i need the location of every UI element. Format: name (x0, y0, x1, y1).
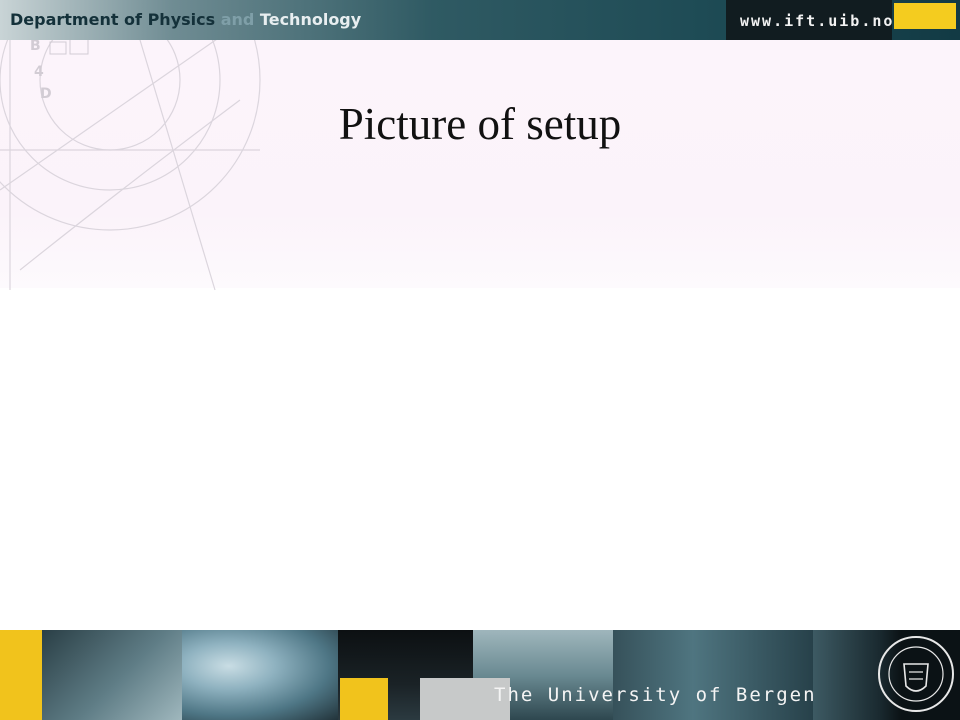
university-name: The University of Bergen (494, 684, 817, 706)
slide-title: Picture of setup (338, 99, 622, 149)
footer-tile-yellow (0, 630, 42, 720)
footer-banner (0, 630, 960, 720)
department-title: Department of Physics and Technology (10, 10, 361, 29)
footer-tile-yellow-small (340, 678, 388, 720)
department-title-part1: Department of Physics (10, 10, 221, 29)
website-url: www.ift.uib.no (740, 12, 895, 30)
footer-tile-eye (182, 630, 338, 720)
footer-tile-arches (613, 630, 813, 720)
university-seal-icon (878, 636, 954, 712)
decorative-geometry: B 4 D (0, 40, 261, 291)
department-title-part3: Technology (254, 10, 362, 29)
accent-block (894, 3, 956, 29)
footer-tile-texture (42, 630, 182, 720)
svg-text:4: 4 (34, 64, 44, 80)
svg-text:B: B (30, 40, 41, 54)
department-title-part2: and (220, 10, 255, 29)
